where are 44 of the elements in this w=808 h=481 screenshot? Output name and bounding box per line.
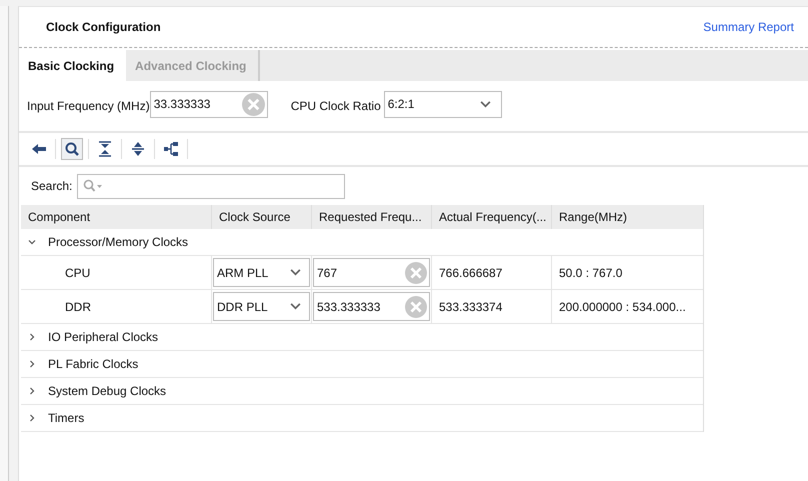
ratio-dropdown[interactable]: 6:2:1	[384, 90, 502, 118]
search-button[interactable]	[61, 138, 83, 160]
component-name: CPU	[65, 266, 90, 280]
group-label: Processor/Memory Clocks	[48, 235, 188, 249]
table-cell: 766.666687	[439, 266, 502, 280]
clock-source-dropdown[interactable]: DDR PLL	[213, 292, 310, 321]
column-header[interactable]: Clock Source	[212, 205, 312, 229]
chevron-right-icon[interactable]	[28, 414, 36, 422]
column-header[interactable]: Actual Frequency(...	[432, 205, 552, 229]
arrow-left-icon	[31, 141, 47, 157]
chevron-right-icon[interactable]	[28, 360, 36, 368]
group-label: Timers	[48, 411, 84, 425]
panel-title: Clock Configuration	[46, 20, 161, 34]
group-label: System Debug Clocks	[48, 384, 166, 398]
search-icon	[64, 141, 80, 157]
component-name: DDR	[65, 300, 91, 314]
chevron-down-icon	[480, 100, 491, 108]
table-cell: 200.000000 : 534.000...	[559, 300, 686, 314]
group-label: PL Fabric Clocks	[48, 357, 138, 371]
frequency-input[interactable]: 767	[313, 258, 430, 287]
expand-all-icon	[130, 141, 146, 157]
chevron-right-icon[interactable]	[28, 387, 36, 395]
chevron-down-icon[interactable]	[28, 238, 36, 246]
clock-source-dropdown[interactable]: ARM PLL	[213, 258, 310, 287]
frequency-input[interactable]: 533.333333	[313, 292, 430, 321]
tab[interactable]: Basic Clocking	[19, 50, 126, 81]
chevron-down-icon	[290, 269, 301, 276]
table-cell: 533.333374	[439, 300, 502, 314]
search-field[interactable]	[77, 174, 346, 198]
summary-report-link[interactable]: Summary Report	[703, 20, 794, 34]
column-header[interactable]: Component	[21, 205, 212, 229]
chevron-right-icon[interactable]	[28, 333, 36, 341]
search-icon	[83, 179, 104, 193]
chevron-down-icon	[290, 303, 301, 310]
input-field[interactable]: 33.333333	[150, 90, 268, 118]
hierarchy-icon	[163, 141, 179, 157]
column-header[interactable]: Range(MHz)	[552, 205, 702, 229]
collapse-all-icon	[97, 141, 113, 157]
field-label: Input Frequency (MHz)	[27, 99, 150, 113]
search-label: Search:	[31, 179, 72, 193]
column-header[interactable]: Requested Frequ...	[312, 205, 432, 229]
field-label: CPU Clock Ratio	[290, 99, 381, 113]
table-cell: 50.0 : 767.0	[559, 266, 622, 280]
group-label: IO Peripheral Clocks	[48, 330, 158, 344]
